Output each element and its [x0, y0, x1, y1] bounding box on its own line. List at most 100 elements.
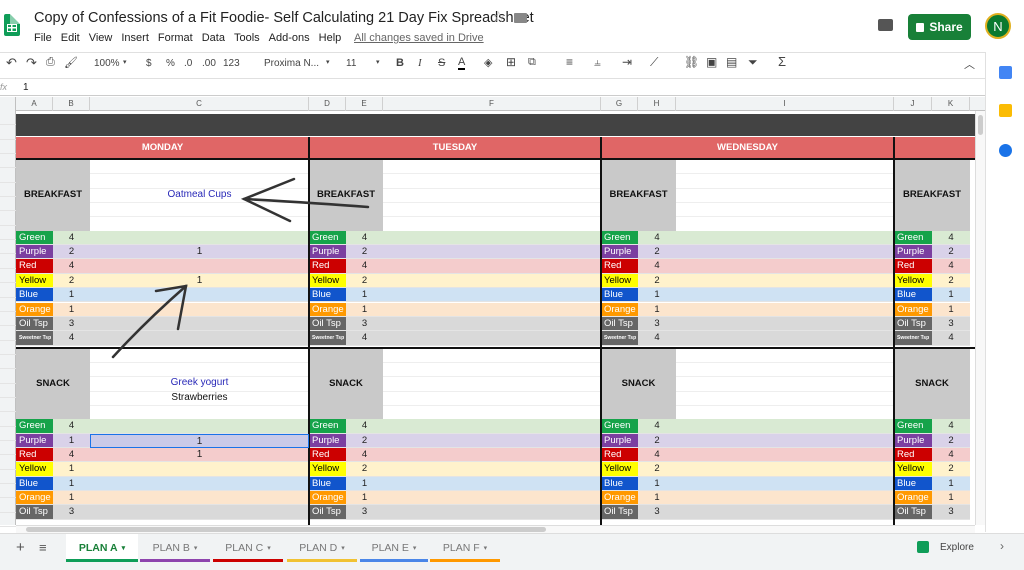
row-header[interactable] [0, 484, 16, 499]
monday-breakfast-yellow[interactable]: 1 [90, 274, 309, 288]
keep-icon[interactable] [999, 104, 1012, 117]
row-header[interactable] [0, 168, 16, 183]
row-header[interactable] [0, 240, 16, 255]
column-header-i[interactable]: I [676, 97, 894, 111]
sheet-tab-plan-b[interactable]: PLAN B ▾ [140, 534, 210, 562]
text-rotation-icon[interactable]: ⟋ [650, 55, 658, 70]
day-header-monday[interactable]: MONDAY [16, 137, 309, 158]
column-header-g[interactable]: G [601, 97, 638, 111]
container-count[interactable]: 4 [346, 331, 383, 346]
container-count[interactable]: 1 [53, 462, 90, 477]
sheet-tab-plan-c[interactable]: PLAN C ▾ [213, 534, 283, 562]
container-count[interactable]: 3 [53, 317, 90, 332]
container-count[interactable]: 4 [638, 419, 676, 434]
column-header-k[interactable]: K [932, 97, 970, 111]
monday-snack-red[interactable]: 1 [90, 448, 309, 462]
currency-button[interactable]: $ [146, 58, 152, 69]
row-header[interactable] [0, 369, 16, 384]
font-size-select[interactable]: 11 [346, 58, 356, 69]
row-header[interactable] [0, 312, 16, 327]
container-count[interactable]: 4 [932, 448, 970, 463]
row-header[interactable] [0, 341, 16, 355]
container-count[interactable]: 1 [346, 288, 383, 303]
row-header[interactable] [0, 384, 16, 398]
insert-chart-icon[interactable]: ▤ [726, 55, 737, 69]
horizontal-align-icon[interactable]: ≡ [566, 55, 573, 69]
row-header[interactable] [0, 298, 16, 312]
container-count[interactable]: 2 [346, 274, 383, 289]
container-count[interactable]: 4 [638, 448, 676, 463]
meal-notes-snack-tuesday[interactable] [383, 347, 601, 420]
container-count[interactable]: 4 [346, 419, 383, 434]
container-count[interactable]: 2 [53, 274, 90, 289]
zoom-select[interactable]: 100% [94, 58, 120, 69]
day-header-tuesday[interactable]: TUESDAY [309, 137, 601, 158]
container-count[interactable]: 4 [53, 419, 90, 434]
container-count[interactable]: 2 [932, 245, 970, 260]
row-header[interactable] [0, 125, 16, 140]
container-count[interactable]: 1 [932, 491, 970, 506]
row-header[interactable] [0, 154, 16, 169]
tab-chevron-down-icon[interactable]: ▾ [413, 544, 417, 552]
monday-snack-item-2[interactable]: Strawberries [90, 391, 309, 405]
container-count[interactable]: 4 [346, 259, 383, 274]
column-header-h[interactable]: H [638, 97, 676, 111]
menu-insert[interactable]: Insert [121, 32, 149, 44]
sheet-tab-plan-f[interactable]: PLAN F ▾ [430, 534, 500, 562]
monday-snack-item-1[interactable]: Greek yogurt [90, 376, 309, 390]
star-icon[interactable]: ☆ [492, 8, 505, 26]
container-count[interactable]: 3 [346, 505, 383, 520]
monday-breakfast-item[interactable]: Oatmeal Cups [90, 188, 309, 202]
container-count[interactable]: 4 [53, 448, 90, 463]
container-count[interactable]: 4 [53, 259, 90, 274]
container-count[interactable]: 1 [932, 477, 970, 492]
folder-icon[interactable] [514, 13, 527, 23]
row-header[interactable] [0, 255, 16, 269]
day-header-wednesday[interactable]: WEDNESDAY [601, 137, 894, 158]
container-count[interactable]: 2 [638, 462, 676, 477]
column-header-j[interactable]: J [894, 97, 932, 111]
container-count[interactable]: 3 [932, 317, 970, 332]
container-count[interactable]: 4 [53, 231, 90, 246]
container-count[interactable]: 1 [638, 288, 676, 303]
sheet-tab-plan-e[interactable]: PLAN E ▾ [360, 534, 428, 562]
container-count[interactable]: 1 [53, 434, 90, 448]
row-header[interactable] [0, 283, 16, 298]
size-chevron-down-icon[interactable]: ▾ [376, 58, 380, 66]
container-count[interactable]: 1 [638, 491, 676, 506]
zoom-chevron-down-icon[interactable]: ▾ [123, 58, 127, 66]
borders-icon[interactable]: ⊞ [506, 55, 516, 69]
row-header[interactable] [0, 226, 16, 241]
row-header[interactable] [0, 197, 16, 212]
meal-notes-breakfast-tuesday[interactable] [383, 159, 601, 231]
sheet-grid[interactable]: MONDAY TUESDAY WEDNESDAY BREAKFAST Green 4 Pur… [16, 111, 975, 525]
row-header[interactable] [0, 441, 16, 456]
container-count[interactable]: 1 [932, 288, 970, 303]
tab-chevron-down-icon[interactable]: ▾ [122, 544, 126, 552]
menu-data[interactable]: Data [202, 32, 225, 44]
container-count[interactable]: 2 [638, 434, 676, 448]
row-header[interactable] [0, 111, 16, 126]
row-header[interactable] [0, 326, 16, 341]
document-title[interactable]: Copy of Confessions of a Fit Foodie- Sel… [34, 10, 534, 26]
insert-link-icon[interactable]: ⛓ [684, 55, 699, 69]
explore-icon[interactable] [917, 541, 929, 553]
container-count[interactable]: 2 [638, 274, 676, 289]
menu-file[interactable]: File [34, 32, 52, 44]
fill-color-icon[interactable]: ◈ [484, 56, 492, 69]
menu-tools[interactable]: Tools [234, 32, 260, 44]
container-count[interactable]: 1 [53, 477, 90, 492]
selected-cell[interactable]: 1 [90, 433, 309, 448]
row-header[interactable] [0, 355, 16, 370]
container-count[interactable]: 4 [638, 331, 676, 346]
add-sheet-icon[interactable]: + [16, 539, 25, 556]
container-count[interactable]: 3 [346, 317, 383, 332]
container-count[interactable]: 2 [346, 245, 383, 260]
strikethrough-button[interactable]: S [438, 57, 445, 69]
italic-button[interactable]: I [418, 57, 422, 69]
percent-button[interactable]: % [166, 58, 175, 69]
row-header[interactable] [0, 427, 16, 442]
menu-format[interactable]: Format [158, 32, 193, 44]
all-sheets-icon[interactable]: ≡ [39, 540, 47, 555]
side-panel-chevron-right-icon[interactable]: › [1000, 539, 1004, 553]
